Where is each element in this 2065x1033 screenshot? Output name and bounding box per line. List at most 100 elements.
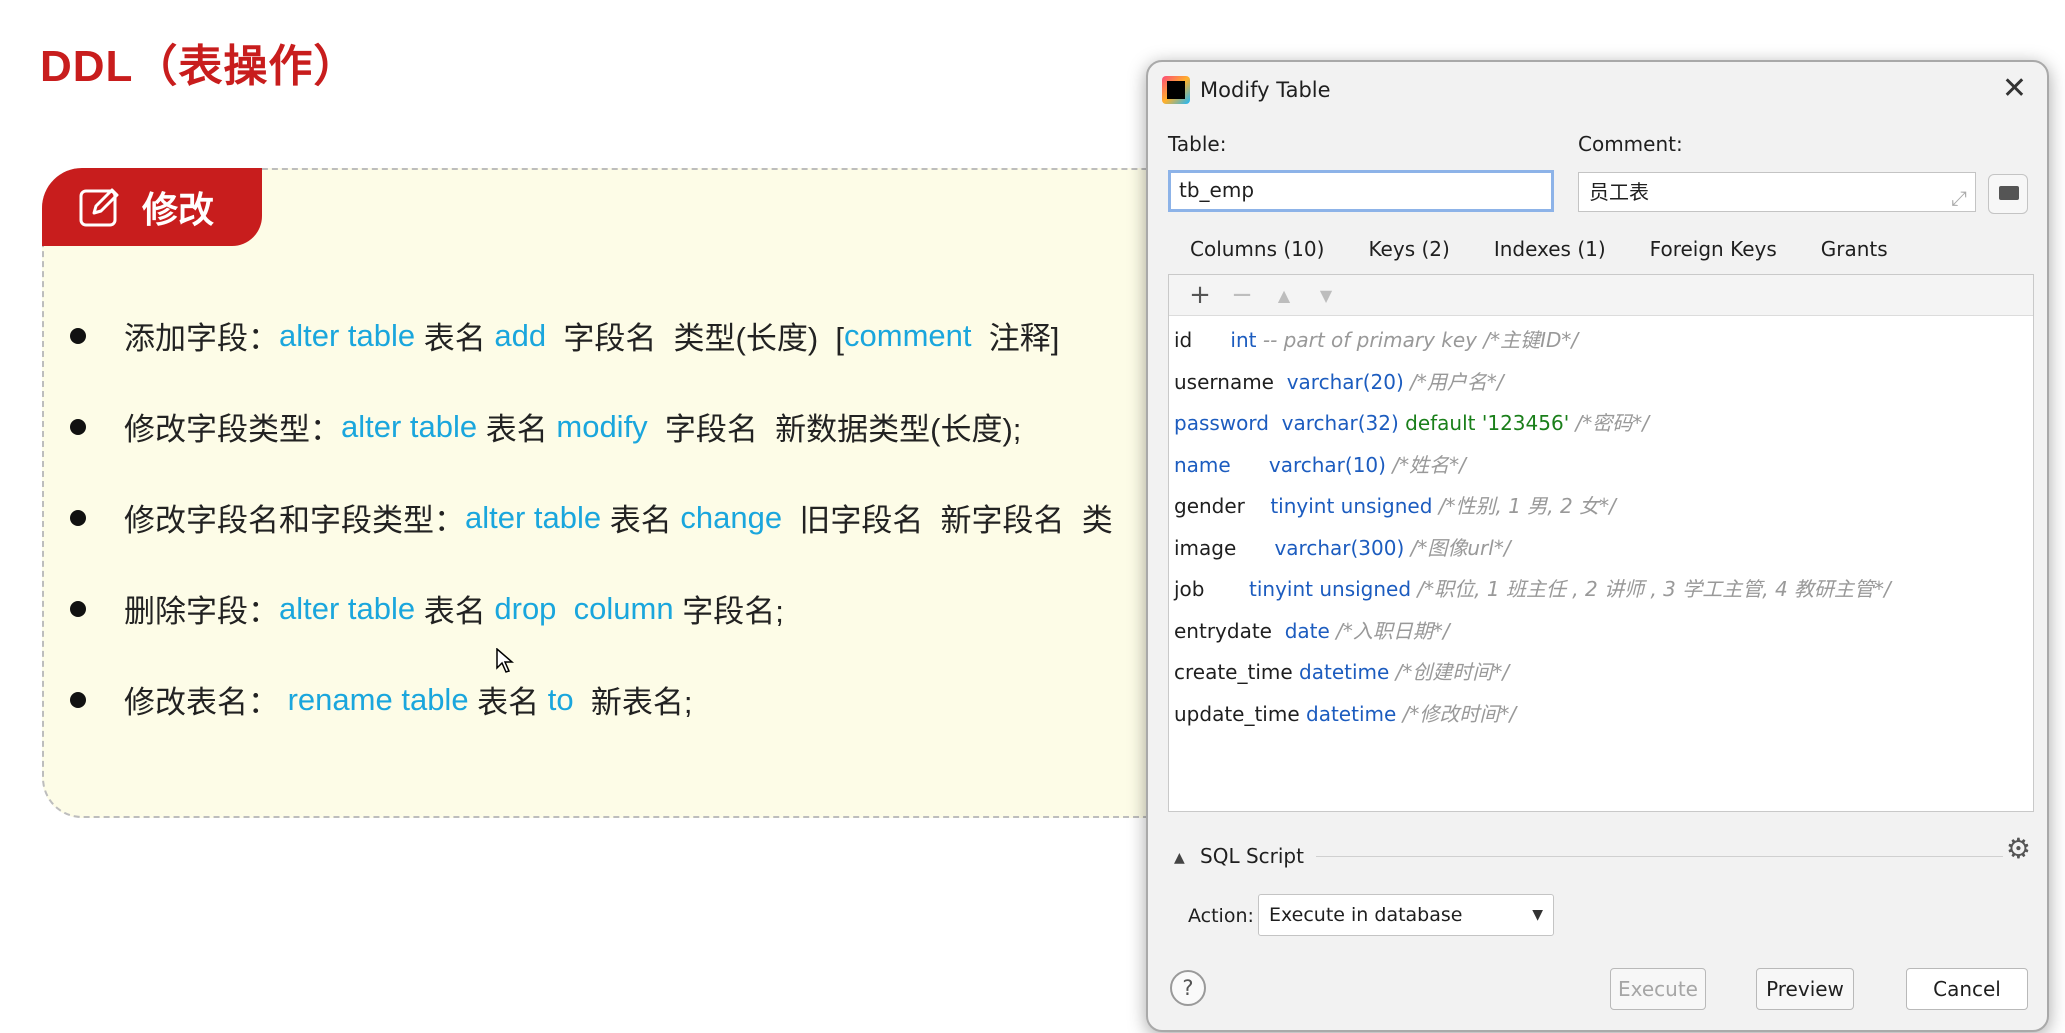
bullet-item: 修改字段名和字段类型： alter table 表名 change 旧字段名 新字… bbox=[70, 472, 1113, 563]
bullet-label: 修改字段名和字段类型： bbox=[124, 503, 465, 538]
column-default: default '123456' bbox=[1398, 411, 1570, 435]
table-name-input[interactable]: tb_emp bbox=[1168, 170, 1554, 212]
cancel-button[interactable]: Cancel bbox=[1906, 968, 2028, 1010]
column-type: int bbox=[1230, 328, 1257, 352]
column-row[interactable]: create_time datetime /*创建时间*/ bbox=[1174, 652, 2033, 694]
column-gap bbox=[1274, 370, 1287, 394]
column-row[interactable]: gender tinyint unsigned /*性别, 1 男, 2 女*/ bbox=[1174, 486, 2033, 528]
preview-button[interactable]: Preview bbox=[1756, 968, 1854, 1010]
column-gap bbox=[1272, 619, 1285, 643]
sql-text: 新表名; bbox=[573, 685, 693, 720]
column-type: varchar(300) bbox=[1274, 535, 1405, 560]
action-select[interactable]: Execute in database ▼ bbox=[1258, 894, 1554, 936]
column-type: varchar(10) bbox=[1268, 452, 1386, 477]
sql-text: 旧字段名 新字段名 类 bbox=[782, 503, 1113, 538]
sql-keyword: alter table bbox=[279, 317, 416, 353]
column-comment: /*性别, 1 男, 2 女*/ bbox=[1432, 494, 1616, 518]
remove-column-button[interactable]: − bbox=[1221, 280, 1263, 310]
columns-toolbar: + − ▲ ▼ bbox=[1169, 275, 2033, 316]
close-button[interactable]: ✕ bbox=[2002, 72, 2027, 106]
column-name: gender bbox=[1174, 494, 1245, 518]
sql-keyword: alter table bbox=[465, 499, 602, 535]
bullet-item: 添加字段： alter table 表名 add 字段名 类型(长度) [comm… bbox=[70, 290, 1113, 381]
column-gap bbox=[1205, 577, 1250, 601]
sql-text: 注释] bbox=[971, 321, 1060, 356]
sql-keyword: alter table bbox=[341, 408, 478, 444]
execute-button[interactable]: Execute bbox=[1610, 968, 1706, 1010]
column-type: tinyint unsigned bbox=[1249, 577, 1412, 601]
comment-edit-button[interactable] bbox=[1988, 174, 2028, 214]
move-down-button[interactable]: ▼ bbox=[1305, 286, 1347, 305]
bullet-item: 修改表名： rename table 表名 to 新表名; bbox=[70, 654, 1113, 745]
tab-grants[interactable]: Grants bbox=[1799, 232, 1910, 274]
help-button[interactable]: ? bbox=[1170, 970, 1206, 1006]
tab-keys[interactable]: Keys (2) bbox=[1346, 232, 1471, 274]
comment-label: Comment: bbox=[1578, 132, 1683, 156]
sql-text: 表名 bbox=[415, 321, 495, 356]
sql-script-toggle[interactable]: SQL Script bbox=[1200, 844, 1304, 868]
tab-bar: Columns (10) Keys (2) Indexes (1) Foreig… bbox=[1168, 232, 1910, 277]
modify-badge: 修改 bbox=[42, 168, 262, 246]
column-row[interactable]: id int -- part of primary key /*主键ID*/ bbox=[1174, 320, 2033, 362]
expand-icon[interactable]: ⤢ bbox=[1951, 179, 1967, 217]
sql-keyword: drop column bbox=[494, 590, 674, 626]
column-comment: /*修改时间*/ bbox=[1396, 701, 1517, 726]
bullet-list: 添加字段： alter table 表名 add 字段名 类型(长度) [comm… bbox=[70, 290, 1113, 745]
column-comment: -- part of primary key /*主键ID*/ bbox=[1256, 328, 1579, 352]
sql-keyword: to bbox=[547, 681, 574, 717]
mouse-cursor-icon bbox=[496, 648, 514, 673]
column-gap bbox=[1236, 536, 1274, 560]
column-name: job bbox=[1174, 577, 1205, 601]
column-type: varchar(20) bbox=[1286, 369, 1404, 394]
bullet-item: 删除字段： alter table 表名 drop column 字段名; bbox=[70, 563, 1113, 654]
column-row[interactable]: username varchar(20) /*用户名*/ bbox=[1174, 362, 2033, 404]
column-row[interactable]: password varchar(32) default '123456' /*… bbox=[1174, 403, 2033, 445]
bullet-label: 修改表名： bbox=[124, 685, 279, 720]
column-comment: /*职位, 1 班主任 , 2 讲师 , 3 学工主管, 4 教研主管*/ bbox=[1411, 577, 1891, 601]
comment-input[interactable]: 员工表 ⤢ bbox=[1578, 172, 1976, 212]
column-row[interactable]: job tinyint unsigned /*职位, 1 班主任 , 2 讲师 … bbox=[1174, 569, 2033, 611]
column-type: date bbox=[1284, 618, 1330, 643]
column-type: datetime bbox=[1306, 701, 1397, 726]
sql-keyword: modify bbox=[556, 408, 648, 444]
column-comment: /*密码*/ bbox=[1569, 411, 1650, 435]
chevron-down-icon: ▼ bbox=[1532, 907, 1543, 923]
bullet-dot bbox=[70, 691, 86, 708]
sql-keyword: alter table bbox=[279, 590, 416, 626]
table-label: Table: bbox=[1168, 132, 1227, 156]
tab-columns[interactable]: Columns (10) bbox=[1168, 232, 1347, 277]
column-row[interactable]: update_time datetime /*修改时间*/ bbox=[1174, 694, 2033, 736]
sql-text: 表名 bbox=[601, 503, 681, 538]
sql-text: 字段名 新数据类型(长度); bbox=[647, 412, 1022, 447]
tab-foreign-keys[interactable]: Foreign Keys bbox=[1628, 232, 1799, 274]
comment-value: 员工表 bbox=[1589, 180, 1649, 204]
page-title: DDL（表操作） bbox=[40, 42, 359, 91]
column-row[interactable]: entrydate date /*入职日期*/ bbox=[1174, 611, 2033, 653]
dialog-title: Modify Table bbox=[1200, 78, 1331, 102]
comment-bubble-icon bbox=[1999, 186, 2019, 200]
tab-indexes[interactable]: Indexes (1) bbox=[1472, 232, 1628, 274]
column-gap bbox=[1245, 494, 1270, 518]
sql-keyword: add bbox=[494, 317, 547, 353]
badge-label: 修改 bbox=[142, 189, 215, 230]
edit-icon bbox=[79, 188, 119, 227]
column-row[interactable]: name varchar(10) /*姓名*/ bbox=[1174, 445, 2033, 487]
sql-keyword: comment bbox=[844, 317, 972, 353]
bullet-label: 添加字段： bbox=[124, 321, 279, 356]
add-column-button[interactable]: + bbox=[1179, 280, 1221, 310]
move-up-button[interactable]: ▲ bbox=[1263, 286, 1305, 305]
column-name: create_time bbox=[1174, 660, 1293, 684]
column-comment: /*创建时间*/ bbox=[1389, 660, 1510, 684]
column-gap bbox=[1231, 453, 1269, 477]
bullet-label: 删除字段： bbox=[124, 594, 279, 629]
sql-text: 表名 bbox=[468, 685, 548, 720]
table-name-value: tb_emp bbox=[1179, 178, 1255, 202]
gear-icon[interactable]: ⚙ bbox=[2006, 832, 2031, 865]
action-select-value: Execute in database bbox=[1269, 904, 1463, 926]
collapse-triangle-icon[interactable]: ▲ bbox=[1174, 850, 1185, 866]
column-row[interactable]: image varchar(300) /*图像url*/ bbox=[1174, 528, 2033, 570]
sql-divider bbox=[1316, 856, 2003, 857]
dialog-titlebar: Modify Table ✕ bbox=[1148, 62, 2047, 120]
column-gap bbox=[1192, 328, 1230, 352]
bullet-item: 修改字段类型： alter table 表名 modify 字段名 新数据类型(长… bbox=[70, 381, 1113, 472]
